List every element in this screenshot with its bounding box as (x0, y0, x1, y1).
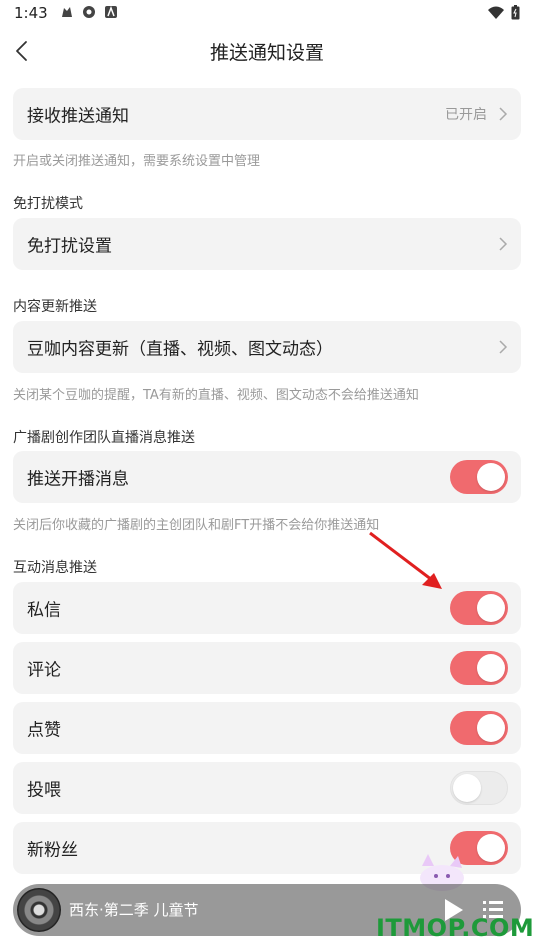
toggle-knob (477, 714, 505, 742)
toggle-knob (453, 774, 481, 802)
toggle-row-like: 点赞 (13, 702, 521, 754)
content-update-hint: 关闭某个豆咖的提醒，TA有新的直播、视频、图文动态不会给推送通知 (13, 388, 419, 403)
comment-toggle[interactable] (450, 651, 508, 685)
receive-push-status: 已开启 (445, 107, 487, 123)
chevron-right-icon (499, 107, 508, 121)
feed-label: 投喂 (27, 780, 61, 801)
status-time: 1:43 (14, 4, 48, 22)
battery-icon (511, 5, 520, 20)
page-title: 推送通知设置 (209, 42, 324, 64)
like-toggle[interactable] (450, 711, 508, 745)
interaction-section-title: 互动消息推送 (13, 560, 97, 576)
receive-push-row[interactable]: 接收推送通知 已开启 (13, 88, 521, 140)
watermark-text: ITMOP.COM (376, 914, 534, 942)
drama-section-title: 广播剧创作团队直播消息推送 (13, 430, 195, 446)
drama-live-row: 推送开播消息 (13, 451, 521, 503)
toggle-knob (477, 834, 505, 862)
sync-icon (83, 6, 95, 18)
receive-push-hint: 开启或关闭推送通知，需要系统设置中管理 (13, 154, 261, 169)
private-message-toggle[interactable] (450, 591, 508, 625)
wifi-icon (488, 6, 504, 19)
status-right (487, 5, 520, 20)
content-update-label: 豆咖内容更新（直播、视频、图文动态） (27, 339, 333, 360)
content-update-row[interactable]: 豆咖内容更新（直播、视频、图文动态） (13, 321, 521, 373)
feed-toggle[interactable] (450, 771, 508, 805)
private-message-label: 私信 (27, 600, 61, 621)
app-notification-icon (62, 7, 72, 17)
toggle-knob (477, 463, 505, 491)
app-a-icon (105, 5, 117, 18)
dnd-section-title: 免打扰模式 (13, 196, 83, 212)
comment-label: 评论 (27, 660, 61, 681)
new-fans-label: 新粉丝 (27, 840, 78, 861)
toggle-row-comment: 评论 (13, 642, 521, 694)
toggle-knob (477, 594, 505, 622)
chevron-right-icon (499, 237, 508, 251)
annotation-arrow-icon (369, 531, 442, 589)
toggle-row-feed: 投喂 (13, 762, 521, 814)
content-section-title: 内容更新推送 (13, 299, 97, 315)
now-playing-title: 西东·第二季 儿童节 (69, 901, 199, 919)
album-disc-icon (17, 888, 61, 932)
status-bar: 1:43 (0, 0, 534, 30)
dnd-settings-row[interactable]: 免打扰设置 (13, 218, 521, 270)
receive-push-label: 接收推送通知 (27, 106, 129, 127)
header: 推送通知设置 (0, 30, 534, 74)
toggle-knob (477, 654, 505, 682)
drama-live-hint: 关闭后你收藏的广播剧的主创团队和剧FT开播不会给你推送通知 (13, 518, 380, 533)
notification-icons (60, 5, 118, 19)
drama-live-label: 推送开播消息 (27, 469, 129, 490)
dnd-settings-label: 免打扰设置 (27, 236, 112, 257)
drama-live-toggle[interactable] (450, 460, 508, 494)
chevron-right-icon (499, 340, 508, 354)
like-label: 点赞 (27, 720, 61, 741)
